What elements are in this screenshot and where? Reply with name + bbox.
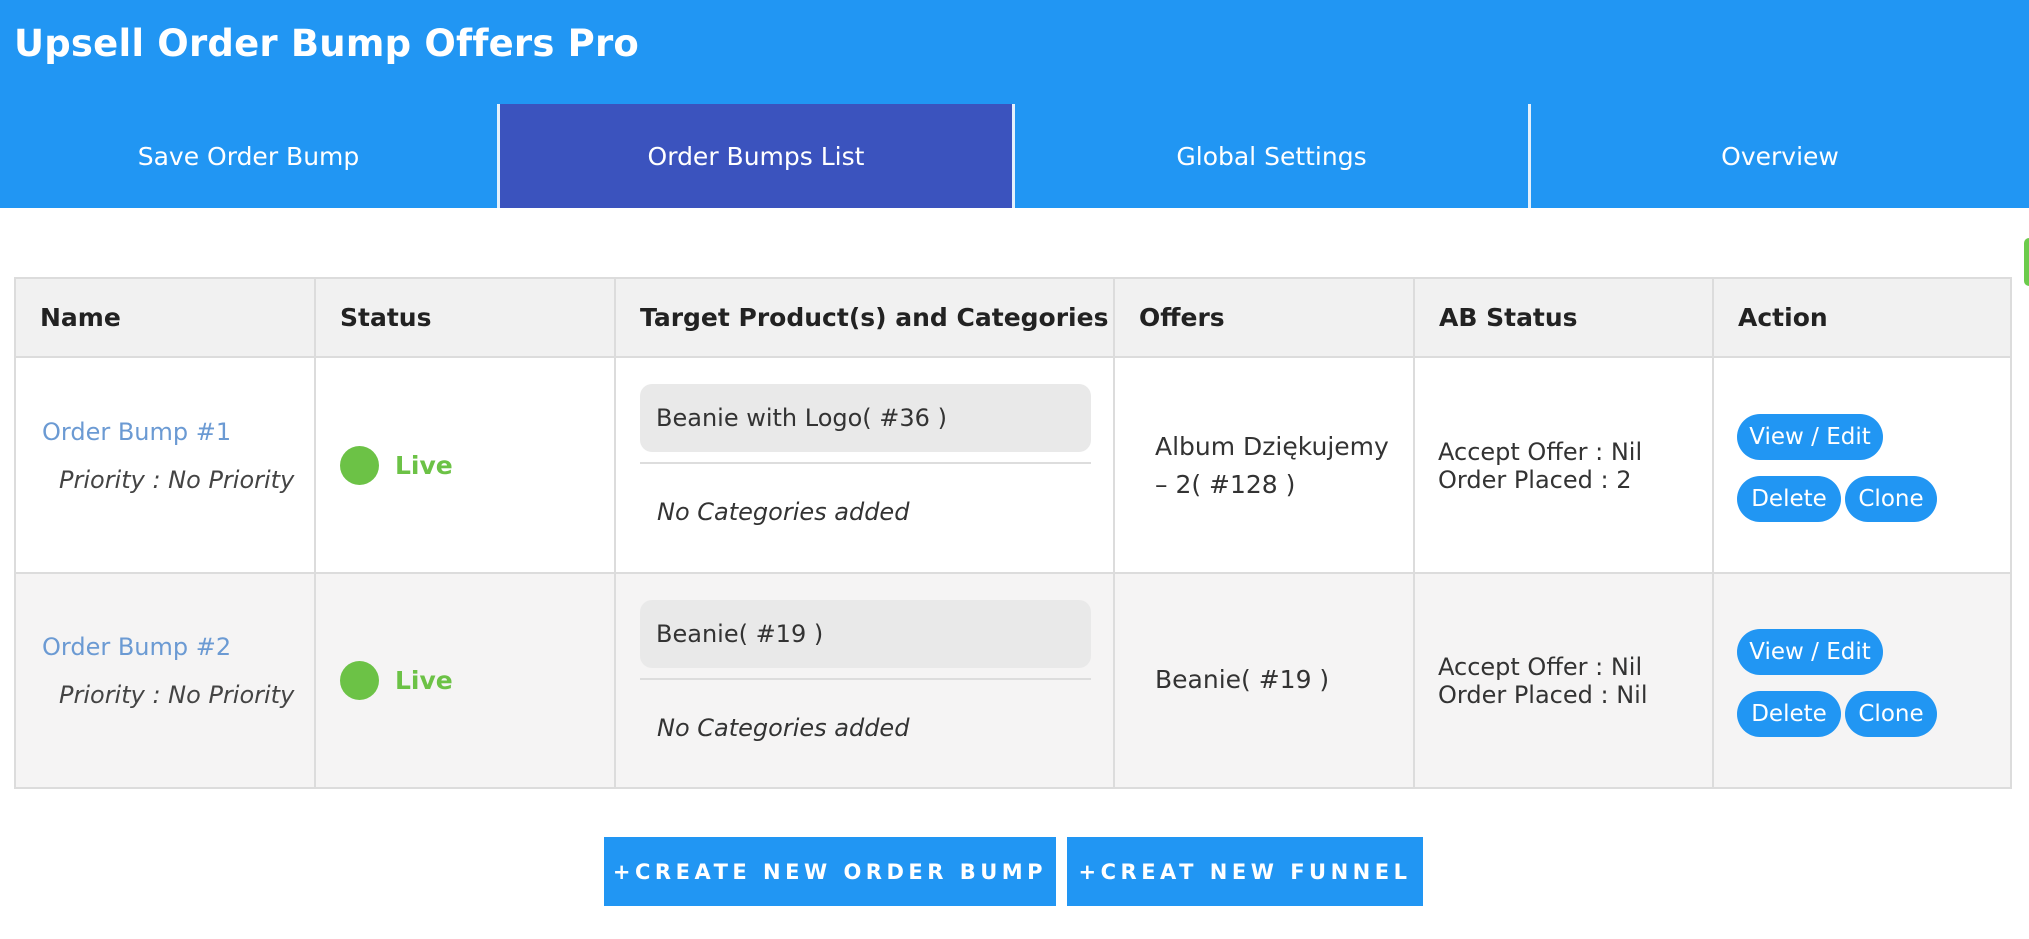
ab-status-cell: Accept Offer : Nil Order Placed : Nil	[1415, 574, 1714, 787]
status-cell: Live	[316, 574, 616, 787]
categories-label: No Categories added	[657, 714, 910, 742]
divider	[640, 678, 1091, 680]
table-row: Order Bump #2 Priority : No Priority	[16, 574, 316, 787]
action-cell: View / Edit Delete Clone	[1714, 358, 2010, 574]
categories-label: No Categories added	[657, 498, 910, 526]
clone-button[interactable]: Clone	[1845, 476, 1937, 522]
view-edit-button[interactable]: View / Edit	[1737, 629, 1883, 675]
target-cell: Beanie( #19 ) No Categories added	[616, 574, 1115, 787]
column-header-action: Action	[1714, 279, 2010, 358]
tab-save-order-bump[interactable]: Save Order Bump	[0, 104, 497, 208]
offers-cell: Beanie( #19 )	[1115, 574, 1415, 787]
offers-cell: Album Dziękujemy – 2( #128 )	[1115, 358, 1415, 574]
create-new-order-bump-button[interactable]: +CREATE NEW ORDER BUMP	[604, 837, 1056, 906]
status-badge: Live	[395, 666, 453, 695]
delete-button[interactable]: Delete	[1737, 691, 1841, 737]
offer-line: Album Dziękujemy	[1155, 432, 1389, 461]
column-header-name: Name	[16, 279, 316, 358]
ab-status-cell: Accept Offer : Nil Order Placed : 2	[1415, 358, 1714, 574]
order-placed-label: Order Placed : 2	[1438, 466, 1632, 494]
app-title: Upsell Order Bump Offers Pro	[14, 22, 640, 65]
tab-global-settings[interactable]: Global Settings	[1015, 104, 1528, 208]
column-header-status: Status	[316, 279, 616, 358]
accept-offer-label: Accept Offer : Nil	[1438, 653, 1643, 681]
order-bump-link[interactable]: Order Bump #1	[42, 418, 231, 446]
clone-button[interactable]: Clone	[1845, 691, 1937, 737]
divider	[640, 462, 1091, 464]
priority-label: Priority : No Priority	[59, 466, 295, 494]
tab-order-bumps-list[interactable]: Order Bumps List	[500, 104, 1012, 208]
live-status-icon	[340, 446, 379, 485]
status-badge: Live	[395, 451, 453, 480]
live-status-icon	[340, 661, 379, 700]
view-edit-button[interactable]: View / Edit	[1737, 414, 1883, 460]
order-bumps-table: Name Status Target Product(s) and Catego…	[14, 277, 2012, 789]
column-header-ab-status: AB Status	[1415, 279, 1714, 358]
priority-label: Priority : No Priority	[59, 681, 295, 709]
column-header-target: Target Product(s) and Categories	[616, 279, 1115, 358]
offer-line: Beanie( #19 )	[1155, 665, 1330, 694]
table-row: Order Bump #1 Priority : No Priority	[16, 358, 316, 574]
create-new-funnel-button[interactable]: +CREAT NEW FUNNEL	[1067, 837, 1423, 906]
order-placed-label: Order Placed : Nil	[1438, 681, 1648, 709]
app-header: Upsell Order Bump Offers Pro	[0, 0, 2029, 104]
side-indicator[interactable]	[2024, 238, 2029, 286]
target-product-pill: Beanie with Logo( #36 )	[640, 384, 1091, 452]
accept-offer-label: Accept Offer : Nil	[1438, 438, 1643, 466]
target-product-pill: Beanie( #19 )	[640, 600, 1091, 668]
column-header-offers: Offers	[1115, 279, 1415, 358]
status-cell: Live	[316, 358, 616, 574]
nav-tabs: Save Order Bump Order Bumps List Global …	[0, 104, 2029, 208]
delete-button[interactable]: Delete	[1737, 476, 1841, 522]
order-bump-link[interactable]: Order Bump #2	[42, 633, 231, 661]
action-cell: View / Edit Delete Clone	[1714, 574, 2010, 787]
tab-overview[interactable]: Overview	[1531, 104, 2029, 208]
target-cell: Beanie with Logo( #36 ) No Categories ad…	[616, 358, 1115, 574]
offer-line: – 2( #128 )	[1155, 470, 1296, 499]
